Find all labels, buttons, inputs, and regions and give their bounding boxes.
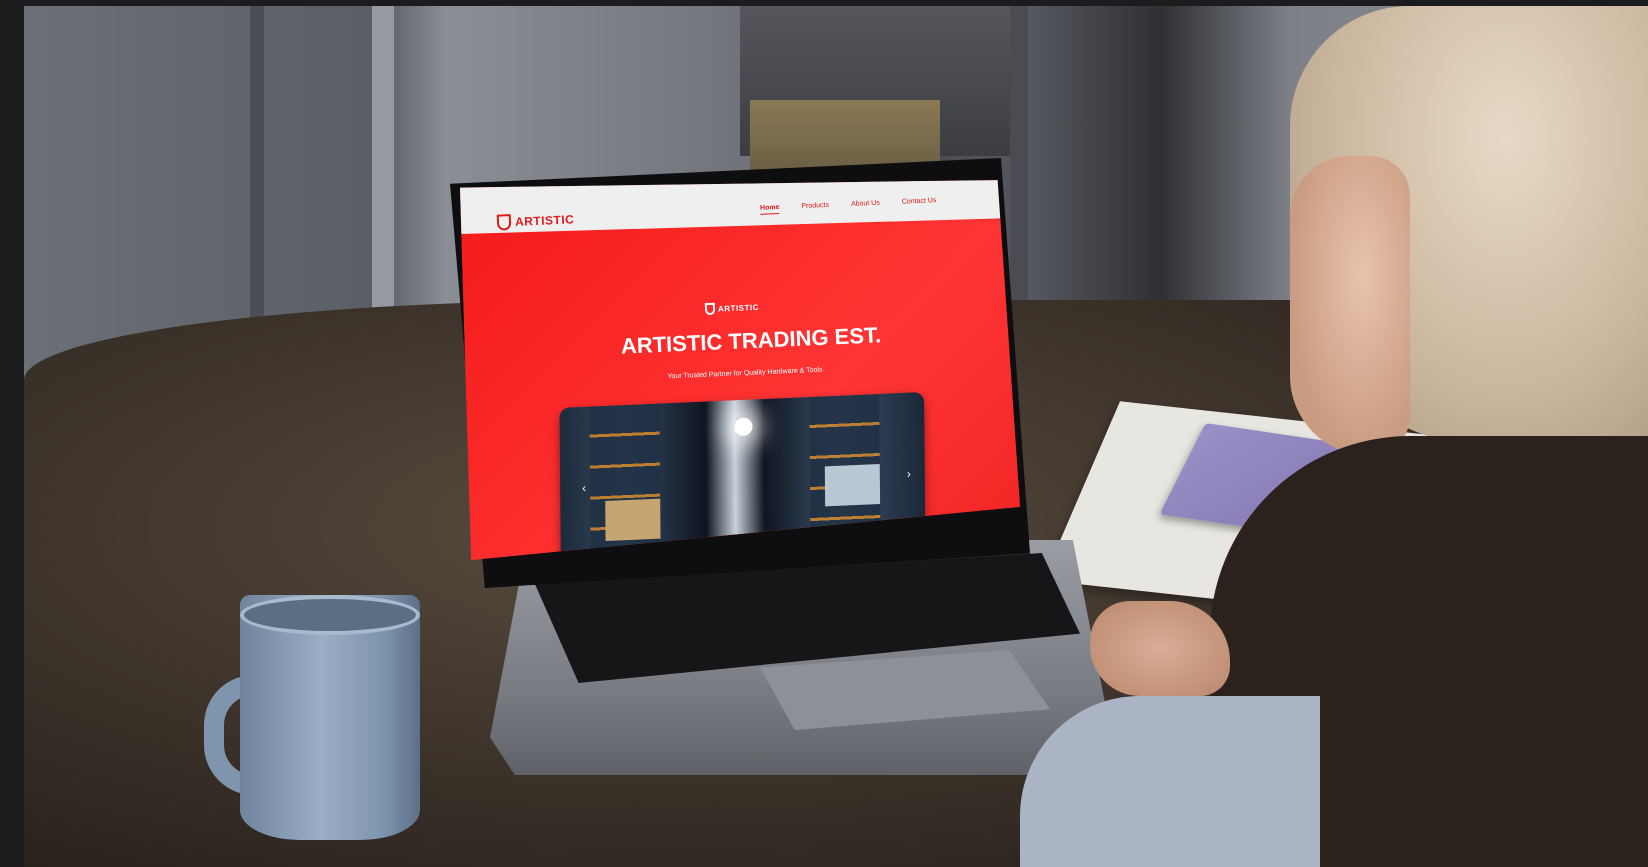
photo-scene: ARTISTIC ARTISTIC TRADING EST. Your Trus… [0,0,1648,867]
person [1020,6,1648,867]
hero-logo-text: ARTISTIC [717,302,760,314]
person-hand [1090,601,1230,696]
person-face [1290,156,1410,456]
laptop-screen: ARTISTIC ARTISTIC TRADING EST. Your Trus… [460,180,1020,560]
nav-home[interactable]: Home [759,204,780,215]
nav-contact-us[interactable]: Contact Us [902,197,937,209]
main-nav: Home Products About Us Contact Us [759,197,937,215]
door-frame [1010,6,1028,306]
person-sleeve [1020,696,1320,867]
hero-title: ARTISTIC TRADING EST. [620,322,882,359]
coffee-mug [204,595,420,845]
warehouse-boxes [824,463,881,507]
carousel-next-icon[interactable]: › [907,467,911,481]
wall-panel [250,6,264,366]
warehouse-boxes [605,498,661,542]
carousel-prev-icon[interactable]: ‹ [582,481,586,495]
shield-logo-icon [704,302,716,316]
frame-border [0,0,1648,6]
shield-logo-icon [496,214,512,231]
nav-products[interactable]: Products [801,202,829,213]
frame-border [0,0,24,867]
site-logo-text: ARTISTIC [514,212,575,229]
mug-rim [240,595,420,635]
hero-section: ARTISTIC ARTISTIC TRADING EST. Your Trus… [460,220,1020,560]
hero-logo: ARTISTIC [704,301,760,316]
nav-about-us[interactable]: About Us [851,200,880,211]
site-logo[interactable]: ARTISTIC [496,211,575,231]
ceiling-light [734,417,753,437]
shelf [750,100,940,170]
hero-subtitle: Your Trusted Partner for Quality Hardwar… [667,366,823,381]
